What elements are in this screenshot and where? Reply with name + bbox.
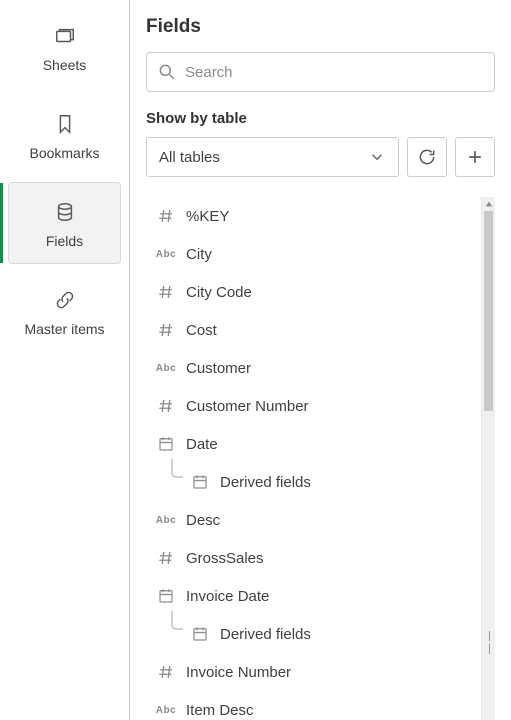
field-row[interactable]: %KEY xyxy=(146,197,481,235)
field-name: Customer xyxy=(186,360,251,377)
derived-fields-row[interactable]: Derived fields xyxy=(146,615,481,653)
field-name: Customer Number xyxy=(186,398,309,415)
tree-connector-icon xyxy=(169,611,183,633)
show-by-table-label: Show by table xyxy=(146,110,495,127)
field-type-icon xyxy=(152,663,180,681)
database-icon xyxy=(54,201,76,223)
sidebar-item-master-items[interactable]: Master items xyxy=(8,270,121,352)
field-name: City Code xyxy=(186,284,252,301)
field-row[interactable]: Abc City xyxy=(146,235,481,273)
scroll-up-icon[interactable] xyxy=(482,197,495,211)
field-type-icon: Abc xyxy=(152,515,180,526)
scroll-thumb[interactable] xyxy=(484,211,493,411)
field-type-icon xyxy=(152,549,180,567)
field-type-icon xyxy=(186,625,214,643)
field-name: %KEY xyxy=(186,208,229,225)
field-name: GrossSales xyxy=(186,550,264,567)
field-type-icon: Abc xyxy=(152,249,180,260)
field-name: Derived fields xyxy=(220,474,311,491)
tree-connector-icon xyxy=(169,459,183,481)
table-select[interactable]: All tables xyxy=(146,137,399,177)
field-type-icon xyxy=(152,397,180,415)
sidebar-item-sheets[interactable]: Sheets xyxy=(8,6,121,88)
field-row[interactable]: Date xyxy=(146,425,481,463)
sidebar-item-label: Sheets xyxy=(43,57,87,73)
sidebar-item-label: Master items xyxy=(24,321,104,337)
field-type-icon xyxy=(152,587,180,605)
field-type-icon xyxy=(186,473,214,491)
sidebar-item-fields[interactable]: Fields xyxy=(8,182,121,264)
field-name: Invoice Number xyxy=(186,664,291,681)
sidebar-item-bookmarks[interactable]: Bookmarks xyxy=(8,94,121,176)
field-row[interactable]: Abc Item Desc xyxy=(146,691,481,720)
field-row[interactable]: Customer Number xyxy=(146,387,481,425)
derived-fields-row[interactable]: Derived fields xyxy=(146,463,481,501)
field-name: Invoice Date xyxy=(186,588,269,605)
add-button[interactable] xyxy=(455,137,495,177)
refresh-icon xyxy=(417,147,437,167)
field-row[interactable]: Abc Customer xyxy=(146,349,481,387)
field-name: Cost xyxy=(186,322,217,339)
sidebar-item-label: Bookmarks xyxy=(29,145,99,161)
field-name: City xyxy=(186,246,212,263)
field-row[interactable]: GrossSales xyxy=(146,539,481,577)
field-list[interactable]: %KEY Abc City City Code Cost Abc Customer Custo… xyxy=(146,197,481,720)
field-type-icon xyxy=(152,207,180,225)
field-name: Desc xyxy=(186,512,220,529)
field-row[interactable]: Abc Desc xyxy=(146,501,481,539)
field-row[interactable]: Invoice Date xyxy=(146,577,481,615)
search-input[interactable] xyxy=(185,64,484,81)
field-list-container: %KEY Abc City City Code Cost Abc Customer Custo… xyxy=(146,197,495,720)
scrollbar[interactable] xyxy=(481,197,495,720)
search-box[interactable] xyxy=(146,52,495,92)
field-type-icon: Abc xyxy=(152,363,180,374)
search-icon xyxy=(157,62,177,82)
sheets-icon xyxy=(54,25,76,47)
link-icon xyxy=(54,289,76,311)
field-row[interactable]: Cost xyxy=(146,311,481,349)
field-type-icon xyxy=(152,283,180,301)
field-name: Derived fields xyxy=(220,626,311,643)
field-name: Item Desc xyxy=(186,702,254,719)
field-row[interactable]: Invoice Number xyxy=(146,653,481,691)
field-row[interactable]: City Code xyxy=(146,273,481,311)
panel-resize-handle[interactable] xyxy=(482,631,495,654)
sidebar-item-label: Fields xyxy=(46,233,83,249)
chevron-down-icon xyxy=(368,148,386,166)
table-controls: All tables xyxy=(146,137,495,177)
plus-icon xyxy=(465,147,485,167)
bookmark-icon xyxy=(54,113,76,135)
field-type-icon: Abc xyxy=(152,705,180,716)
page-title: Fields xyxy=(146,16,495,38)
main-panel: Fields Show by table All tables xyxy=(130,0,511,720)
field-type-icon xyxy=(152,321,180,339)
field-type-icon xyxy=(152,435,180,453)
field-name: Date xyxy=(186,436,218,453)
refresh-button[interactable] xyxy=(407,137,447,177)
sidebar: Sheets Bookmarks Fields Master items xyxy=(0,0,130,720)
table-select-value: All tables xyxy=(159,149,220,166)
